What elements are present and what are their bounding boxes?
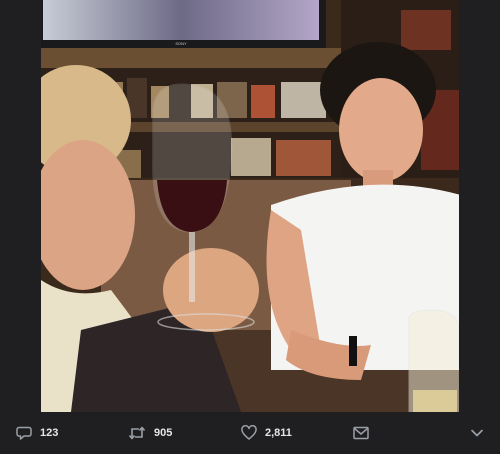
reply-button[interactable]: 123 xyxy=(16,412,58,454)
more-options-button[interactable] xyxy=(470,412,484,454)
tv-brand-text: SONY xyxy=(175,41,187,46)
like-button[interactable]: 2,811 xyxy=(241,412,292,454)
direct-message-button[interactable] xyxy=(353,412,369,454)
reply-count: 123 xyxy=(40,427,59,439)
retweet-icon xyxy=(128,425,146,441)
like-count: 2,811 xyxy=(265,427,292,439)
chevron-down-icon xyxy=(470,428,484,438)
person-right-face xyxy=(339,78,423,182)
tweet-action-bar: 123 905 2,811 xyxy=(0,412,500,454)
tweet-photo[interactable]: SONY xyxy=(41,0,459,412)
photo-illustration: SONY xyxy=(41,0,459,412)
hand xyxy=(163,248,259,332)
heart-icon xyxy=(241,425,257,441)
reply-icon xyxy=(16,425,32,441)
retweet-button[interactable]: 905 xyxy=(128,412,172,454)
envelope-icon xyxy=(353,426,369,440)
retweet-count: 905 xyxy=(154,427,173,439)
